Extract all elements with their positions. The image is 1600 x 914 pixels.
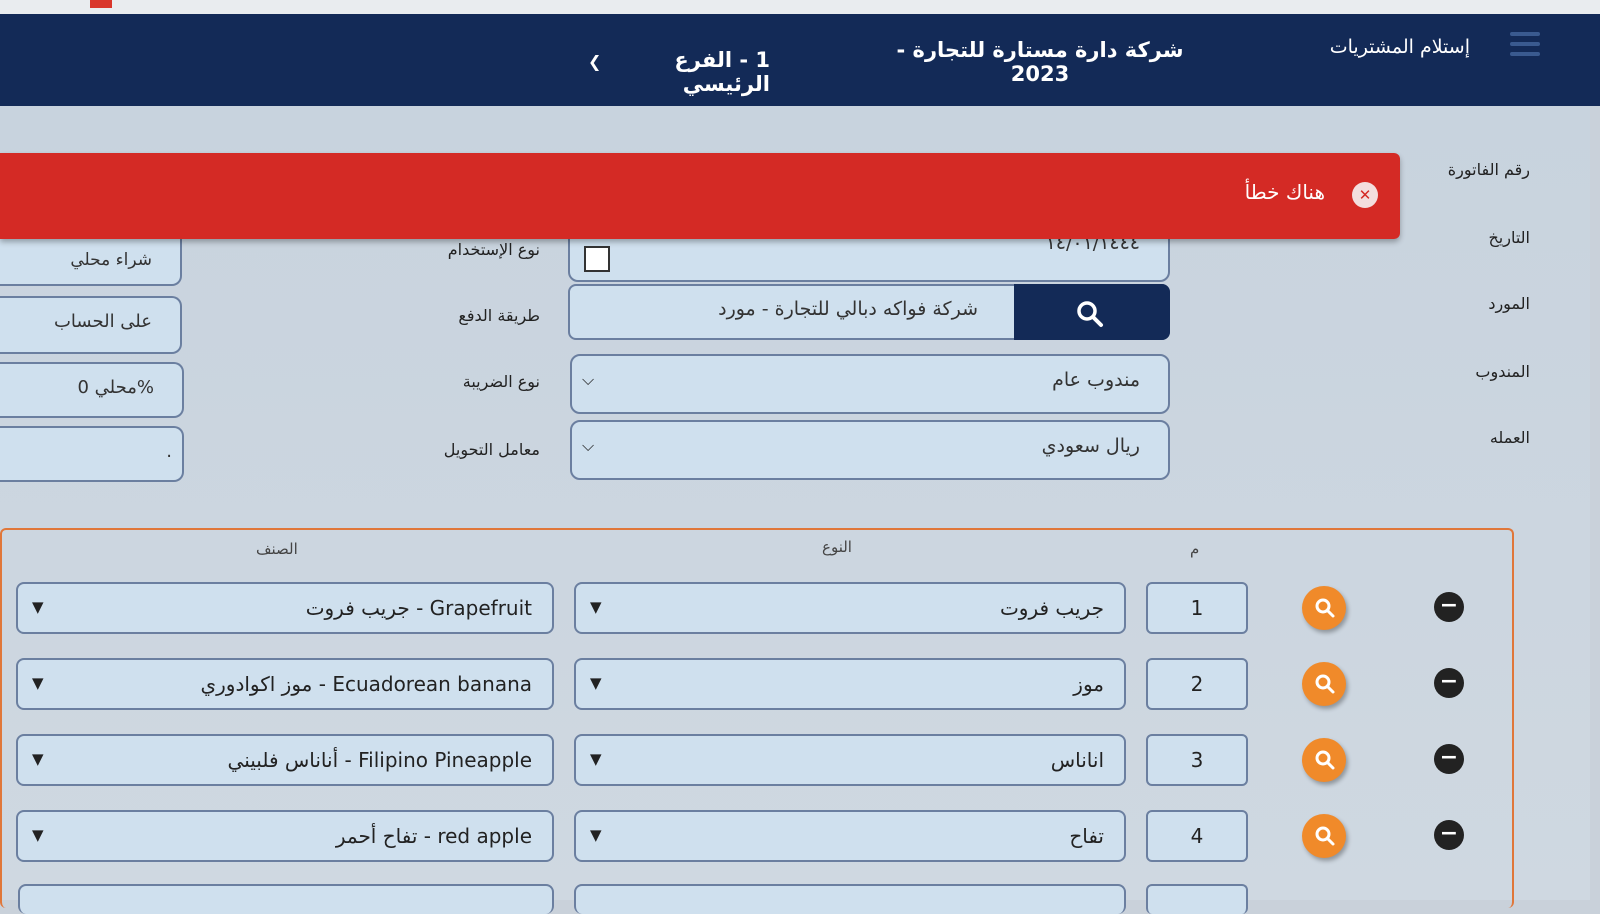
representative-select[interactable]: مندوب عام ⌵: [570, 354, 1170, 414]
chevron-down-icon: ▼: [590, 826, 602, 844]
chevron-down-icon: ▼: [590, 674, 602, 692]
row-search-button[interactable]: [1302, 814, 1346, 858]
conversion-rate-label: معامل التحويل: [443, 440, 540, 459]
row-search-button[interactable]: [1302, 586, 1346, 630]
item-value: Filipino Pineapple - أناناس فلبيني: [227, 748, 532, 772]
branch-label: 1 - الفرع الرئيسي: [674, 48, 770, 96]
type-select[interactable]: [574, 884, 1126, 914]
chevron-down-icon: ⌵: [582, 436, 595, 455]
type-value: اناناس: [1050, 748, 1104, 772]
conversion-rate-field[interactable]: .: [0, 426, 184, 482]
item-select[interactable]: Filipino Pineapple - أناناس فلبيني ▼: [16, 734, 554, 786]
currency-label: العمله: [1489, 428, 1530, 447]
supplier-search-button[interactable]: [1014, 284, 1170, 340]
currency-value: ريال سعودي: [1041, 435, 1140, 457]
menu-icon[interactable]: [1510, 32, 1540, 60]
remove-row-button[interactable]: −: [1434, 668, 1464, 698]
chevron-down-icon: ▼: [32, 750, 44, 768]
chevron-down-icon: ▼: [590, 598, 602, 616]
chevron-down-icon: ▼: [32, 598, 44, 616]
search-icon: [1315, 750, 1335, 770]
tax-type-value: %محلي 0: [77, 377, 154, 398]
type-select[interactable]: تفاح ▼: [574, 810, 1126, 862]
browser-top-strip: [0, 0, 1600, 14]
row-search-button[interactable]: [1302, 738, 1346, 782]
type-value: موز: [1073, 672, 1104, 696]
chevron-down-icon: ▼: [32, 674, 44, 692]
supplier-value: شركة فواكه دبالي للتجارة - مورد: [718, 298, 978, 320]
currency-select[interactable]: ريال سعودي ⌵: [570, 420, 1170, 480]
date-label: التاريخ: [1488, 228, 1530, 247]
date-checkbox[interactable]: [584, 246, 610, 272]
item-value: Ecuadorean banana - موز اكوادوري: [200, 672, 532, 696]
row-search-button[interactable]: [1302, 662, 1346, 706]
tax-type-label: نوع الضريبة: [462, 372, 540, 391]
remove-row-button[interactable]: −: [1434, 744, 1464, 774]
search-icon: [1315, 598, 1335, 618]
error-message: هناك خطأ: [1244, 180, 1325, 204]
representative-value: مندوب عام: [1052, 369, 1140, 391]
search-icon: [1315, 674, 1335, 694]
type-select[interactable]: موز ▼: [574, 658, 1126, 710]
branch-selector[interactable]: 1 - الفرع الرئيسي ❯: [580, 48, 770, 96]
chevron-down-icon: ⌵: [582, 370, 595, 389]
column-header-index: م: [1190, 540, 1200, 558]
type-select[interactable]: جريب فروت ▼: [574, 582, 1126, 634]
remove-row-button[interactable]: −: [1434, 820, 1464, 850]
conversion-rate-value: .: [166, 441, 172, 462]
chevron-down-icon: ▼: [590, 750, 602, 768]
supplier-label: المورد: [1488, 294, 1530, 313]
row-index: 4: [1146, 810, 1248, 862]
remove-row-button[interactable]: −: [1434, 592, 1464, 622]
type-value: جريب فروت: [999, 596, 1104, 620]
tab-favicon: [90, 0, 112, 8]
item-select[interactable]: Grapefruit - جريب فروت ▼: [16, 582, 554, 634]
close-icon[interactable]: ✕: [1352, 182, 1378, 208]
company-name: شركة دارة مستارة للتجارة - 2023: [896, 38, 1184, 86]
row-index: [1146, 884, 1248, 914]
column-header-item: الصنف: [256, 540, 298, 558]
usage-type-label: نوع الإستخدام: [447, 240, 540, 259]
payment-method-value: على الحساب: [53, 311, 152, 332]
column-header-type: النوع: [822, 538, 852, 556]
item-select[interactable]: Ecuadorean banana - موز اكوادوري ▼: [16, 658, 554, 710]
error-banner: هناك خطأ ✕: [0, 153, 1400, 239]
usage-type-value: شراء محلي: [70, 250, 152, 270]
payment-method-label: طريقة الدفع: [458, 306, 540, 325]
item-select[interactable]: [18, 884, 554, 914]
item-value: red apple - تفاح أحمر: [335, 824, 532, 848]
type-select[interactable]: اناناس ▼: [574, 734, 1126, 786]
chevron-down-icon: ❯: [588, 52, 602, 71]
row-index: 1: [1146, 582, 1248, 634]
invoice-number-label: رقم الفاتورة: [1447, 160, 1530, 179]
payment-method-field[interactable]: على الحساب: [0, 296, 182, 354]
search-icon: [1077, 301, 1103, 327]
tax-type-field[interactable]: %محلي 0: [0, 362, 184, 418]
row-index: 3: [1146, 734, 1248, 786]
item-value: Grapefruit - جريب فروت: [305, 596, 532, 620]
app-header: إستلام المشتريات شركة دارة مستارة للتجار…: [0, 14, 1600, 106]
row-index: 2: [1146, 658, 1248, 710]
representative-label: المندوب: [1475, 362, 1530, 381]
type-value: تفاح: [1069, 824, 1104, 848]
chevron-down-icon: ▼: [32, 826, 44, 844]
page-title: إستلام المشتريات: [1329, 36, 1470, 58]
search-icon: [1315, 826, 1335, 846]
item-select[interactable]: red apple - تفاح أحمر ▼: [16, 810, 554, 862]
